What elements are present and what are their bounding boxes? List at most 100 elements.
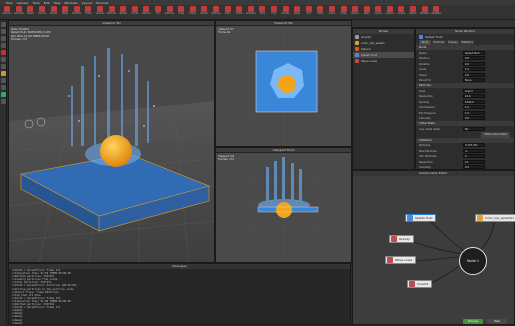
color-icon [477, 215, 483, 221]
toolbar-button[interactable]: Export [350, 6, 361, 19]
grid-icon[interactable] [1, 92, 6, 97]
property-label: Max Particles [419, 148, 437, 153]
menu-tutorials[interactable]: Tutorials [96, 1, 109, 5]
toolbar-button[interactable]: Gravity [280, 6, 291, 19]
toolbar-button[interactable]: Mesh [361, 6, 372, 19]
toolbar-button[interactable]: Mesh [315, 6, 326, 19]
toolbar-button[interactable]: Refine [408, 6, 419, 19]
property-value-field[interactable]: Liquid [463, 88, 485, 93]
graph-node-gravity[interactable]: Gravity [389, 235, 414, 243]
toolbar-button[interactable]: Realflow [431, 6, 442, 19]
light-icon[interactable] [1, 99, 6, 104]
property-value-field[interactable]: No [463, 126, 485, 131]
make-initial-state-button[interactable]: Make Initial State [481, 131, 510, 138]
toolbar-button[interactable]: Cloth [222, 6, 233, 19]
toolbar-button[interactable]: Vortex [234, 6, 245, 19]
toolbar-button[interactable]: Fluids [83, 6, 94, 19]
property-value-field[interactable]: 0.0 [463, 72, 485, 77]
toolbar-button[interactable]: Geometry [14, 6, 25, 19]
property-value-field[interactable]: None [463, 78, 485, 83]
viewport-top[interactable]: Viewport Top Viewport XY Frame 46 [215, 20, 352, 147]
property-value-field[interactable]: 3,107,231 [463, 143, 485, 148]
toolbar-button[interactable]: Turbulence [245, 6, 256, 19]
zoom-icon[interactable] [1, 85, 6, 90]
scale-tool-icon[interactable] [1, 43, 6, 48]
stop-icon[interactable] [1, 64, 6, 69]
toolbar-button[interactable]: Mesh [60, 6, 71, 19]
node-list-item[interactable]: Wave noise [353, 58, 414, 64]
toolbar-button[interactable]: Nodes [48, 6, 59, 19]
cache-icon[interactable] [1, 71, 6, 76]
toolbar-button[interactable]: Voxelize [95, 6, 106, 19]
record-icon[interactable] [1, 50, 6, 55]
toolbar-button[interactable]: Import [373, 6, 384, 19]
graph-node-color-top[interactable]: Color_top_splash01 [475, 214, 515, 222]
toolbar-button[interactable]: Emitters [72, 6, 83, 19]
viewport-perspective[interactable]: Viewport 3D Node: Emitter Splash fluid: … [8, 20, 215, 263]
toolbar-button[interactable]: Particles [211, 6, 222, 19]
menu-tools[interactable]: Tools [32, 1, 39, 5]
toolbar-button[interactable]: Drag [257, 6, 268, 19]
graph-node-crowd[interactable]: Crowd4 [407, 280, 433, 288]
menu-layout[interactable]: Layout [82, 1, 92, 5]
graph-center-node[interactable]: Node 1 [459, 247, 487, 275]
toolbar-button[interactable]: Flows [338, 6, 349, 19]
property-label: Ext Pressure [419, 110, 436, 115]
property-value-field[interactable]: 1000.0 [463, 99, 485, 104]
tab-statistics[interactable]: Statistics [460, 40, 474, 45]
property-value-field[interactable]: 1.0 [463, 110, 485, 115]
property-value-field[interactable]: 0.0 [463, 61, 485, 66]
graph-node-wave-noise[interactable]: Wave noise [385, 256, 417, 264]
tab-particles[interactable]: Particles [432, 40, 446, 45]
property-value-field[interactable]: 1.0 [463, 67, 485, 72]
property-value-field[interactable]: -1 [463, 148, 485, 153]
menu-camera[interactable]: Camera [17, 1, 29, 5]
move-tool-icon[interactable] [1, 29, 6, 34]
toolbar-button[interactable]: Noise [292, 6, 303, 19]
toolbar-button[interactable]: Forces [130, 6, 141, 19]
toolbar-button[interactable]: Bodies [118, 6, 129, 19]
toolbar-button[interactable]: Kill [153, 6, 164, 19]
property-value-field[interactable]: 1.0 [463, 105, 485, 110]
toolbar-button[interactable]: Render [199, 6, 210, 19]
play-icon[interactable] [1, 57, 6, 62]
property-label: Int Pressure [419, 105, 435, 110]
select-tool-icon[interactable] [1, 22, 6, 27]
toolbar-button[interactable]: Scale [176, 6, 187, 19]
menu-files[interactable]: Files [6, 1, 13, 5]
toolbar-label: Grid [306, 12, 312, 15]
menu-windows[interactable]: Windows [64, 1, 77, 5]
toolbar-button[interactable]: Grid [303, 6, 314, 19]
toolbar-button[interactable]: Particles [106, 6, 117, 19]
help-button[interactable]: Help [487, 319, 507, 324]
toolbar-label: Turbulence [245, 12, 256, 15]
toolbar-button[interactable]: Object [25, 6, 36, 19]
property-value-field[interactable]: 0 [463, 154, 485, 159]
toolbar-button[interactable]: Surfaces [164, 6, 175, 19]
toolbar-button[interactable]: Camera [37, 6, 48, 19]
camera-icon[interactable] [1, 78, 6, 83]
viewport-front[interactable]: Viewport Front Viewport XZ Frames: 172 [215, 147, 352, 263]
preview-button[interactable]: Preview [463, 319, 483, 324]
graph-center-label: Node 1 [466, 259, 480, 263]
toolbar-button[interactable]: Capture [385, 6, 396, 19]
toolbar-button[interactable]: Modeller [419, 6, 430, 19]
toolbar-button[interactable]: Flow [269, 6, 280, 19]
menu-edit[interactable]: Edit [44, 1, 50, 5]
menu-help[interactable]: Help [54, 1, 61, 5]
toolbar-button[interactable]: Export [188, 6, 199, 19]
graph-node-splash-fluid[interactable]: Splash fluid [405, 214, 437, 222]
toolbar-button[interactable]: Daemon [141, 6, 152, 19]
toolbar-button[interactable]: Selection [2, 6, 13, 19]
toolbar-button[interactable]: Liquid [327, 6, 338, 19]
rotate-tool-icon[interactable] [1, 36, 6, 41]
tab-display[interactable]: Display [447, 40, 459, 45]
property-value-field[interactable]: 0.0 [463, 116, 485, 121]
property-value-field[interactable]: 0.0 [463, 165, 485, 169]
property-value-field[interactable]: 10.0 [463, 94, 485, 99]
property-value-field[interactable]: 10 [463, 159, 485, 164]
toolbar-button[interactable]: Output [396, 6, 407, 19]
graph-node-label: Wave noise [395, 258, 413, 262]
property-value-field[interactable]: 0.0 [463, 56, 485, 61]
property-value-field[interactable]: Splash fluid [463, 50, 485, 55]
